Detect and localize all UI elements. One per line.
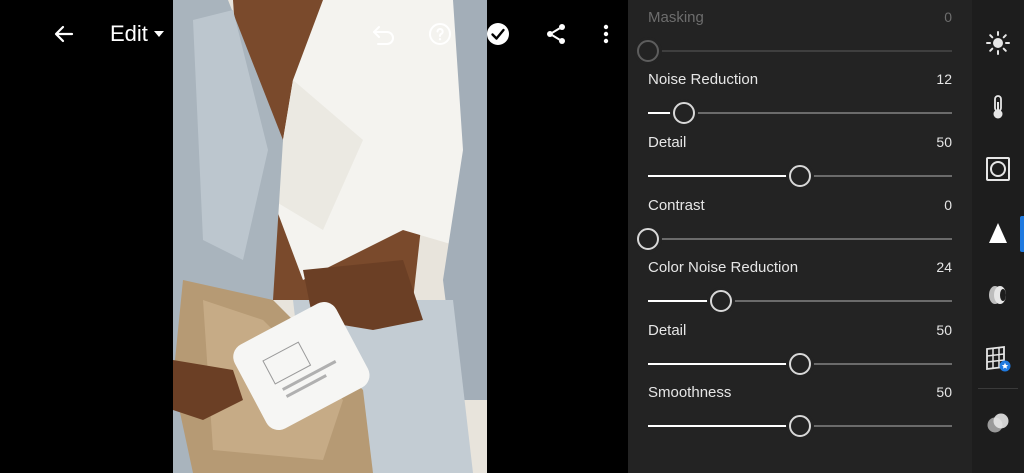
undo-button[interactable]	[364, 16, 404, 52]
slider-label: Smoothness	[648, 384, 732, 401]
photo-canvas[interactable]: Edit	[0, 0, 628, 473]
edit-mode-dropdown[interactable]: Edit	[110, 16, 180, 52]
detail-tool-button[interactable]	[972, 210, 1024, 256]
presets-icon	[987, 413, 1009, 433]
color-tool-button[interactable]	[972, 84, 1024, 130]
slider-noise-reduction: Noise Reduction 12	[648, 71, 952, 133]
slider-handle[interactable]	[637, 228, 659, 250]
detail-panel: Masking 0 Noise Reduction 12 Detail 50 C…	[628, 0, 972, 473]
slider-track[interactable]	[648, 353, 952, 375]
effects-icon	[986, 157, 1010, 181]
photo-preview[interactable]	[173, 0, 487, 473]
slider-track[interactable]	[648, 165, 952, 187]
slider-value: 50	[936, 322, 952, 338]
slider-smoothness: Smoothness 50	[648, 384, 952, 446]
done-button[interactable]	[478, 16, 518, 52]
more-vertical-icon	[603, 24, 609, 44]
geometry-icon	[986, 345, 1011, 372]
back-button[interactable]	[44, 16, 84, 52]
light-icon	[986, 31, 1010, 55]
effects-tool-button[interactable]	[972, 146, 1024, 192]
slider-handle[interactable]	[709, 290, 732, 312]
slider-handle[interactable]	[789, 415, 811, 437]
help-button[interactable]	[420, 16, 460, 52]
slider-detail: Detail 50	[648, 134, 952, 196]
slider-contrast: Contrast 0	[637, 197, 952, 259]
slider-handle[interactable]	[637, 40, 659, 62]
color-temperature-icon	[993, 95, 1003, 119]
presets-tool-button[interactable]	[972, 400, 1024, 446]
slider-value: 0	[944, 9, 952, 25]
slider-value: 24	[936, 259, 952, 275]
help-icon	[429, 23, 451, 45]
slider-label: Noise Reduction	[648, 71, 759, 88]
slider-value: 50	[936, 384, 952, 400]
slider-handle[interactable]	[789, 165, 811, 187]
edit-tools-rail	[972, 0, 1024, 473]
slider-value: 12	[936, 71, 952, 87]
slider-color-noise-reduction: Color Noise Reduction 24	[648, 259, 952, 321]
slider-masking: Masking 0	[637, 9, 952, 71]
slider-label: Contrast	[648, 197, 705, 214]
photo-image	[173, 0, 487, 473]
slider-track[interactable]	[648, 102, 952, 124]
slider-label: Color Noise Reduction	[648, 259, 799, 276]
detail-icon	[989, 223, 1007, 243]
slider-fill	[648, 425, 800, 427]
share-icon	[547, 24, 565, 44]
slider-handle[interactable]	[673, 102, 696, 124]
slider-fill	[648, 363, 800, 365]
slider-value: 0	[944, 197, 952, 213]
chevron-down-icon	[153, 31, 164, 37]
slider-value: 50	[936, 134, 952, 150]
optics-icon	[989, 286, 1006, 304]
slider-track[interactable]	[648, 290, 952, 312]
slider-fill	[648, 175, 800, 177]
geometry-tool-button[interactable]	[972, 336, 1024, 382]
slider-track[interactable]	[637, 228, 952, 250]
share-button[interactable]	[536, 16, 576, 52]
slider-label: Detail	[648, 134, 687, 151]
edit-mode-label: Edit	[110, 21, 148, 46]
rail-divider	[978, 388, 1018, 389]
more-options-button[interactable]	[588, 16, 624, 52]
slider-track[interactable]	[648, 415, 952, 437]
slider-label: Masking	[648, 9, 704, 26]
slider-color-detail: Detail 50	[648, 322, 952, 384]
slider-label: Detail	[648, 322, 687, 339]
undo-icon	[373, 26, 394, 45]
checkmark-icon	[487, 23, 509, 45]
slider-handle[interactable]	[789, 353, 811, 375]
back-arrow-icon	[54, 25, 74, 43]
slider-track[interactable]	[637, 40, 952, 62]
optics-tool-button[interactable]	[972, 272, 1024, 318]
light-tool-button[interactable]	[972, 20, 1024, 66]
